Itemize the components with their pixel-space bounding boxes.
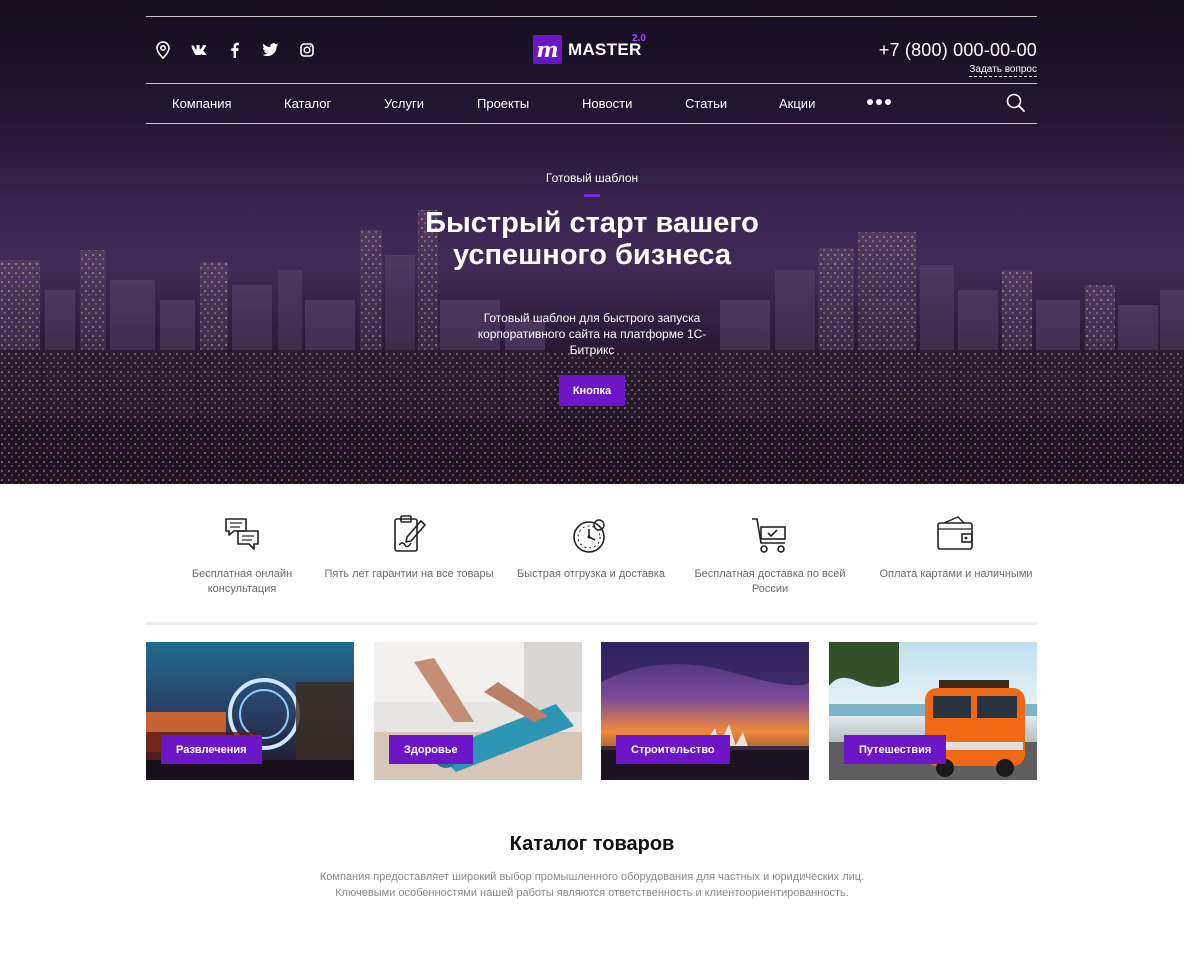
header-top-rule: [146, 16, 1037, 17]
feature-item: Пять лет гарантии на все товары: [324, 513, 494, 582]
facebook-icon[interactable]: [225, 40, 244, 59]
nav-item-promo[interactable]: Акции: [779, 96, 815, 111]
site-logo[interactable]: m MASTER 2.0: [533, 33, 646, 64]
vk-icon[interactable]: [189, 40, 208, 59]
section-divider: [146, 622, 1037, 625]
nav-item-services[interactable]: Услуги: [384, 96, 424, 111]
category-label: Развлечения: [161, 735, 262, 764]
search-icon[interactable]: [1005, 92, 1027, 114]
category-tile-construction[interactable]: Строительство: [601, 642, 809, 780]
hero-banner: m MASTER 2.0 +7 (800) 000-00-00 Задать в…: [0, 0, 1200, 484]
main-nav: Компания Каталог Услуги Проекты Новости …: [146, 84, 1037, 123]
chat-icon: [225, 518, 259, 550]
nav-item-catalog[interactable]: Каталог: [284, 96, 331, 111]
ask-question-link[interactable]: Задать вопрос: [969, 64, 1037, 77]
category-label: Здоровье: [389, 735, 473, 764]
category-tile-travel[interactable]: Путешествия: [829, 642, 1037, 780]
nav-item-news[interactable]: Новости: [582, 96, 632, 111]
instagram-icon[interactable]: [297, 40, 316, 59]
category-tiles: Развлечения Здоровье Строительство Путеш…: [146, 642, 1037, 780]
category-tile-entertainment[interactable]: Развлечения: [146, 642, 354, 780]
hero-title: Быстрый старт вашего успешного бизнеса: [425, 207, 759, 271]
feature-text: Пять лет гарантии на все товары: [324, 568, 494, 580]
feature-item: Быстрая отгрузка и доставка: [506, 513, 676, 582]
stopwatch-icon: [573, 519, 605, 553]
feature-item: Оплата картами и наличными: [871, 513, 1041, 582]
catalog-title: Каталог товаров: [509, 833, 675, 855]
logo-version: 2.0: [632, 33, 646, 44]
location-icon[interactable]: [153, 40, 172, 59]
hero-eyebrow: Готовый шаблон: [545, 171, 639, 185]
wallet-icon: [937, 516, 973, 550]
category-label: Путешествия: [844, 735, 947, 764]
category-tile-health[interactable]: Здоровье: [374, 642, 582, 780]
category-label: Строительство: [616, 735, 730, 764]
hero-cta-button[interactable]: Кнопка: [559, 375, 625, 406]
social-links: [153, 40, 316, 59]
features-row: Бесплатная онлайн консультация Пять лет …: [146, 513, 1037, 603]
header-phone[interactable]: +7 (800) 000-00-00: [879, 40, 1037, 61]
nav-item-articles[interactable]: Статьи: [685, 96, 727, 111]
more-dots-icon[interactable]: [867, 98, 891, 106]
nav-item-projects[interactable]: Проекты: [477, 96, 529, 111]
twitter-icon[interactable]: [261, 40, 280, 59]
logo-mark: m: [533, 35, 562, 64]
catalog-description: Компания предоставляет широкий выбор про…: [319, 871, 865, 899]
nav-item-company[interactable]: Компания: [172, 96, 232, 111]
feature-item: Бесплатная онлайн консультация: [157, 513, 327, 597]
page-scrollbar[interactable]: [1184, 0, 1200, 960]
feature-item: Бесплатная доставка по всей России: [685, 513, 855, 597]
hero-subtitle: Готовый шаблон для быстрого запуска корп…: [477, 311, 707, 357]
feature-text: Оплата картами и наличными: [879, 568, 1033, 580]
nav-bottom-rule: [146, 123, 1037, 124]
logo-name: MASTER: [568, 39, 642, 59]
hero-accent-bar: [584, 194, 600, 197]
clipboard-pen-icon: [394, 515, 426, 552]
feature-text: Быстрая отгрузка и доставка: [517, 568, 665, 580]
cart-icon: [752, 518, 786, 553]
feature-text: Бесплатная доставка по всей России: [694, 568, 846, 595]
feature-text: Бесплатная онлайн консультация: [191, 568, 293, 595]
